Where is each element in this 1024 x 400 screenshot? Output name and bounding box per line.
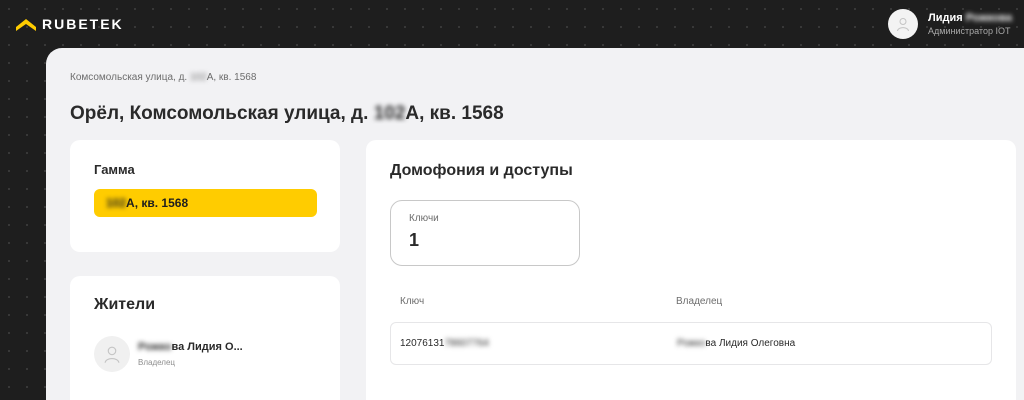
key-owner: Рожкова Лидия Олеговна (677, 338, 796, 349)
avatar (888, 9, 919, 39)
user-menu[interactable]: Лидия Рожкова Администратор IOT (888, 9, 1012, 39)
brand-logo[interactable]: RUBETEK (16, 16, 124, 32)
intercom-title: Домофония и доступы (390, 162, 573, 179)
breadcrumb[interactable]: Комсомольская улица, д. 102А, кв. 1568 (70, 72, 256, 83)
hidden-text: Рожко (677, 338, 706, 349)
complex-name: Гамма (94, 162, 135, 177)
residents-card: Жители Рожкова Лидия О... Владелец (70, 276, 340, 400)
table-row[interactable]: 1207613178607764 Рожкова Лидия Олеговна (390, 322, 992, 365)
resident-name: Рожкова Лидия О... (138, 341, 243, 353)
keys-label: Ключи (409, 213, 439, 224)
residents-title: Жители (94, 296, 156, 313)
hidden-text: 102 (106, 196, 127, 210)
intercom-card: Домофония и доступы Ключи 1 Ключ Владеле… (366, 140, 1016, 400)
user-info: Лидия Рожкова Администратор IOT (928, 11, 1012, 37)
rubetek-logo-icon (16, 19, 36, 31)
user-icon (897, 18, 910, 32)
keys-count: 1 (409, 230, 420, 250)
resident-role: Владелец (138, 358, 176, 367)
column-header-owner: Владелец (676, 296, 723, 307)
hidden-text: 102 (373, 103, 406, 124)
page-title: Орёл, Комсомольская улица, д. 102А, кв. … (70, 103, 504, 124)
key-number: 1207613178607764 (400, 338, 490, 349)
avatar (94, 336, 130, 372)
user-name: Лидия Рожкова (928, 12, 1012, 24)
hidden-text: 102 (190, 72, 207, 83)
resident-item[interactable]: Рожкова Лидия О... Владелец (94, 336, 316, 372)
user-icon (104, 346, 120, 363)
user-role: Администратор IOT (928, 26, 1011, 36)
hidden-text: 78607764 (444, 338, 490, 349)
keys-table-header: Ключ Владелец (390, 296, 992, 307)
main-panel: Комсомольская улица, д. 102А, кв. 1568 О… (46, 48, 1024, 400)
column-header-key: Ключ (400, 296, 425, 307)
keys-summary-card[interactable]: Ключи 1 (390, 200, 580, 266)
apartment-pill[interactable]: 102 А, кв. 1568 (94, 189, 317, 217)
top-bar: RUBETEK Лидия Рожкова Администратор IOT (0, 0, 1024, 48)
complex-card: Гамма 102 А, кв. 1568 (70, 140, 340, 252)
hidden-text: Рожкова (965, 12, 1012, 24)
brand-name: RUBETEK (42, 16, 124, 32)
hidden-text: Рожко (138, 341, 172, 353)
resident-info: Рожкова Лидия О... Владелец (138, 341, 243, 367)
